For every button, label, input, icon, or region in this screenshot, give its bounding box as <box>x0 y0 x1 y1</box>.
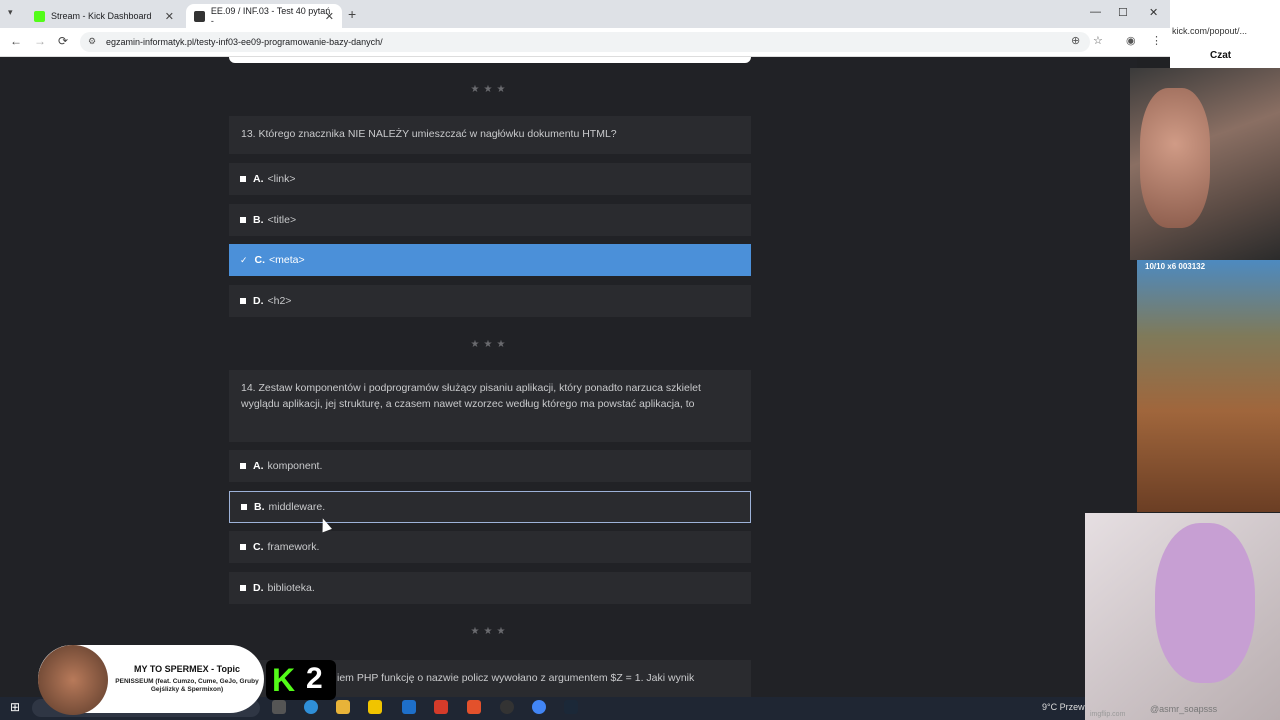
app-icon[interactable] <box>434 700 448 714</box>
q14-option-d[interactable]: D. biblioteka. <box>229 572 751 604</box>
q13-option-b[interactable]: B. <title> <box>229 204 751 236</box>
option-letter: B. <box>253 214 264 226</box>
option-text: middleware. <box>268 501 326 513</box>
steam-icon[interactable] <box>564 700 578 714</box>
option-text: <title> <box>267 214 297 226</box>
back-button[interactable]: ← <box>10 34 22 48</box>
brave-icon[interactable] <box>467 700 481 714</box>
option-text: <meta> <box>269 254 305 266</box>
sponge-object <box>1155 523 1255 683</box>
app-icon[interactable] <box>402 700 416 714</box>
radio-square-icon <box>240 217 246 223</box>
q13-option-d[interactable]: D. <h2> <box>229 285 751 317</box>
checkmark-icon: ✓ <box>240 254 248 265</box>
windows-start-icon[interactable]: ⊞ <box>10 700 20 714</box>
game-hud: 10/10 x6 003132 <box>1145 262 1206 271</box>
profile-icon[interactable]: ◉ <box>1126 34 1136 47</box>
store-icon[interactable] <box>368 700 382 714</box>
url-text: egzamin-informatyk.pl/testy-inf03-ee09-p… <box>106 37 383 47</box>
minimize-button[interactable]: — <box>1090 6 1101 18</box>
tab-search-icon[interactable]: ▾ <box>8 7 13 18</box>
file-explorer-icon[interactable] <box>336 700 350 714</box>
tab-bar: ▾ Stream - Kick Dashboard ✕ EE.09 / INF.… <box>0 0 1170 28</box>
tab-title: Stream - Kick Dashboard <box>51 11 152 21</box>
edge-icon[interactable] <box>304 700 318 714</box>
game-video-overlay <box>1137 260 1280 512</box>
reload-button[interactable]: ⟳ <box>58 34 68 48</box>
kick-badge-number: 2 <box>306 662 323 695</box>
q13-option-a[interactable]: A. <link> <box>229 163 751 195</box>
option-letter: C. <box>254 254 266 266</box>
zoom-icon[interactable]: ⊕ <box>1071 34 1080 47</box>
q14-option-b[interactable]: B. middleware. <box>229 491 751 523</box>
forward-button[interactable]: → <box>34 34 46 48</box>
tab-egzamin-test[interactable]: EE.09 / INF.03 - Test 40 pytań - ✕ <box>186 4 342 28</box>
option-letter: A. <box>253 460 264 472</box>
q14-option-a[interactable]: A. komponent. <box>229 450 751 482</box>
radio-square-icon <box>240 298 246 304</box>
option-letter: D. <box>253 582 264 594</box>
song-title: MY TO SPERMEX - Topic <box>133 664 240 674</box>
task-view-icon[interactable] <box>272 700 286 714</box>
address-bar[interactable]: ⚙ egzamin-informatyk.pl/testy-inf03-ee09… <box>80 32 1090 52</box>
chat-title: Czat <box>1210 50 1232 61</box>
option-text: <link> <box>267 173 296 185</box>
chat-popout-url: kick.com/popout/... <box>1172 26 1248 36</box>
option-letter: A. <box>253 173 264 185</box>
radio-square-icon <box>240 585 246 591</box>
menu-kebab-icon[interactable]: ⋮ <box>1151 34 1162 47</box>
question-14: 14. Zestaw komponentów i podprogramów sł… <box>229 370 751 442</box>
close-window-button[interactable]: ✕ <box>1149 6 1158 19</box>
separator-stars: ★★★ <box>470 84 510 95</box>
imgflip-watermark: imgflip.com <box>1090 711 1126 718</box>
bookmark-star-icon[interactable]: ☆ <box>1093 34 1103 47</box>
close-tab-icon[interactable]: ✕ <box>325 10 334 23</box>
chrome-icon[interactable] <box>532 700 546 714</box>
option-letter: B. <box>254 501 265 513</box>
radio-square-icon <box>241 504 247 510</box>
new-tab-button[interactable]: + <box>348 6 356 22</box>
site-info-icon[interactable]: ⚙ <box>88 36 96 47</box>
close-tab-icon[interactable]: ✕ <box>165 10 174 23</box>
previous-card-edge <box>229 57 751 63</box>
separator-stars: ★★★ <box>470 626 510 637</box>
tab-title: EE.09 / INF.03 - Test 40 pytań - <box>210 6 331 26</box>
q13-option-c[interactable]: ✓ C. <meta> <box>229 244 751 276</box>
webcam-overlay <box>1130 68 1280 260</box>
option-text: biblioteka. <box>267 582 315 594</box>
asmr-video-overlay <box>1085 513 1280 720</box>
q14-option-c[interactable]: C. framework. <box>229 531 751 563</box>
app-icon[interactable] <box>500 700 514 714</box>
radio-square-icon <box>240 544 246 550</box>
radio-square-icon <box>240 463 246 469</box>
option-letter: C. <box>253 541 264 553</box>
kick-favicon-icon <box>34 10 45 22</box>
tab-kick-dashboard[interactable]: Stream - Kick Dashboard ✕ <box>26 4 182 28</box>
weather-tray[interactable]: 9°C Przew <box>1042 702 1085 712</box>
question-13: 13. Którego znacznika NIE NALEŻY umieszc… <box>229 116 751 154</box>
maximize-button[interactable]: ☐ <box>1118 6 1128 19</box>
radio-square-icon <box>240 176 246 182</box>
option-text: <h2> <box>267 295 292 307</box>
asmr-watermark: @asmr_soapsss <box>1150 704 1218 714</box>
option-letter: D. <box>253 295 264 307</box>
option-text: framework. <box>267 541 320 553</box>
streamer-face <box>1140 88 1210 228</box>
kick-logo-icon: K <box>272 662 296 698</box>
kick-badge: K 2 <box>266 660 336 700</box>
option-text: komponent. <box>267 460 323 472</box>
song-artist: PENISSEUM (feat. Cumzo, Cume, GeJo, Grub… <box>115 678 259 693</box>
browser-toolbar: ← → ⟳ ⚙ egzamin-informatyk.pl/testy-inf0… <box>0 28 1170 57</box>
separator-stars: ★★★ <box>470 339 510 350</box>
site-favicon-icon <box>194 10 205 22</box>
album-avatar <box>38 645 108 715</box>
